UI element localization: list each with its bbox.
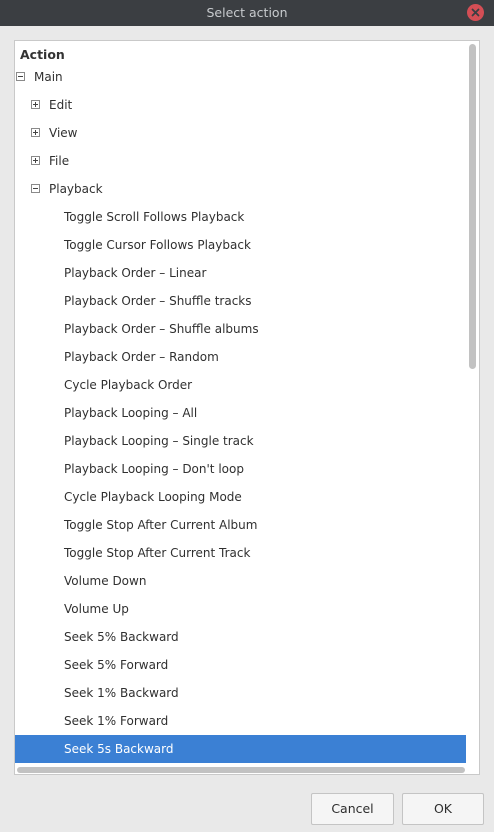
tree-item-main[interactable]: Main	[15, 63, 466, 91]
tree-item-label: Seek 1% Backward	[64, 686, 179, 700]
tree-item-label: Playback Order – Shuffle albums	[64, 322, 259, 336]
tree-item-label: Cycle Playback Order	[64, 378, 193, 392]
tree-item-label: File	[49, 154, 70, 168]
tree-item-action[interactable]: Volume Down	[15, 567, 466, 595]
tree-item-action[interactable]: Seek 1% Backward	[15, 679, 466, 707]
tree-item-label: Seek 1% Forward	[64, 714, 169, 728]
tree-item-action[interactable]: Playback Order – Shuffle albums	[15, 315, 466, 343]
tree-item-action[interactable]: Playback Order – Random	[15, 343, 466, 371]
tree-item-label: View	[49, 126, 78, 140]
tree-item-label: Seek 5s Backward	[64, 742, 174, 756]
vertical-scrollbar[interactable]	[468, 43, 477, 767]
window-title: Select action	[206, 5, 288, 20]
tree-item-label: Seek 5% Forward	[64, 658, 169, 672]
tree-item-label: Playback Looping – Single track	[64, 434, 254, 448]
cancel-button[interactable]: Cancel	[311, 793, 394, 825]
horizontal-scrollbar-thumb[interactable]	[17, 767, 465, 773]
tree-item-action[interactable]: Playback Looping – Don't loop	[15, 455, 466, 483]
tree-item-label: Playback Looping – All	[64, 406, 198, 420]
tree-item-label: Toggle Cursor Follows Playback	[64, 238, 251, 252]
tree-item-action[interactable]: Playback Looping – Single track	[15, 427, 466, 455]
tree-item-label: Playback Order – Random	[64, 350, 219, 364]
column-header-action: Action	[20, 47, 65, 62]
close-button[interactable]	[467, 4, 484, 21]
tree-item-action[interactable]: Toggle Stop After Current Track	[15, 539, 466, 567]
tree-item-label: Playback Order – Linear	[64, 266, 207, 280]
tree-item-action[interactable]: Playback Order – Linear	[15, 259, 466, 287]
tree-item-action-selected[interactable]: Seek 5s Backward	[15, 735, 466, 763]
tree-item-action[interactable]: Playback Order – Shuffle tracks	[15, 287, 466, 315]
expand-icon[interactable]	[31, 100, 40, 109]
tree-item-label: Playback Order – Shuffle tracks	[64, 294, 252, 308]
tree-item-label: Seek 5% Backward	[64, 630, 179, 644]
tree-item-label: Playback Looping – Don't loop	[64, 462, 244, 476]
tree-item-action[interactable]: Seek 5% Forward	[15, 651, 466, 679]
collapse-icon[interactable]	[16, 72, 25, 81]
tree-item-file[interactable]: File	[15, 147, 466, 175]
tree-item-action[interactable]: Toggle Cursor Follows Playback	[15, 231, 466, 259]
horizontal-scrollbar[interactable]	[17, 766, 465, 774]
tree-item-label: Toggle Stop After Current Album	[64, 518, 258, 532]
tree-item-action[interactable]: Cycle Playback Looping Mode	[15, 483, 466, 511]
tree-item-label: Playback	[49, 182, 103, 196]
close-icon	[471, 8, 480, 17]
tree-item-action[interactable]: Seek 1% Forward	[15, 707, 466, 735]
ok-button[interactable]: OK	[402, 793, 484, 825]
collapse-icon[interactable]	[31, 184, 40, 193]
tree-item-action[interactable]: Toggle Scroll Follows Playback	[15, 203, 466, 231]
tree-item-label: Volume Down	[64, 574, 147, 588]
tree-item-action[interactable]: Playback Looping – All	[15, 399, 466, 427]
tree-item-label: Volume Up	[64, 602, 129, 616]
tree-item-action[interactable]: Seek 5% Backward	[15, 623, 466, 651]
tree-item-label: Toggle Stop After Current Track	[64, 546, 251, 560]
tree-item-view[interactable]: View	[15, 119, 466, 147]
tree-item-action[interactable]: Volume Up	[15, 595, 466, 623]
tree-item-action[interactable]: Toggle Stop After Current Album	[15, 511, 466, 539]
tree-item-action[interactable]: Cycle Playback Order	[15, 371, 466, 399]
tree-item-playback[interactable]: Playback	[15, 175, 466, 203]
tree-item-edit[interactable]: Edit	[15, 91, 466, 119]
expand-icon[interactable]	[31, 128, 40, 137]
title-bar: Select action	[0, 0, 494, 26]
action-tree[interactable]: Action Main Edit View File Playback Togg…	[14, 40, 480, 775]
expand-icon[interactable]	[31, 156, 40, 165]
tree-item-label: Edit	[49, 98, 73, 112]
tree-item-label: Main	[34, 70, 63, 84]
tree-item-label: Cycle Playback Looping Mode	[64, 490, 242, 504]
vertical-scrollbar-thumb[interactable]	[469, 44, 476, 369]
tree-item-label: Toggle Scroll Follows Playback	[64, 210, 245, 224]
